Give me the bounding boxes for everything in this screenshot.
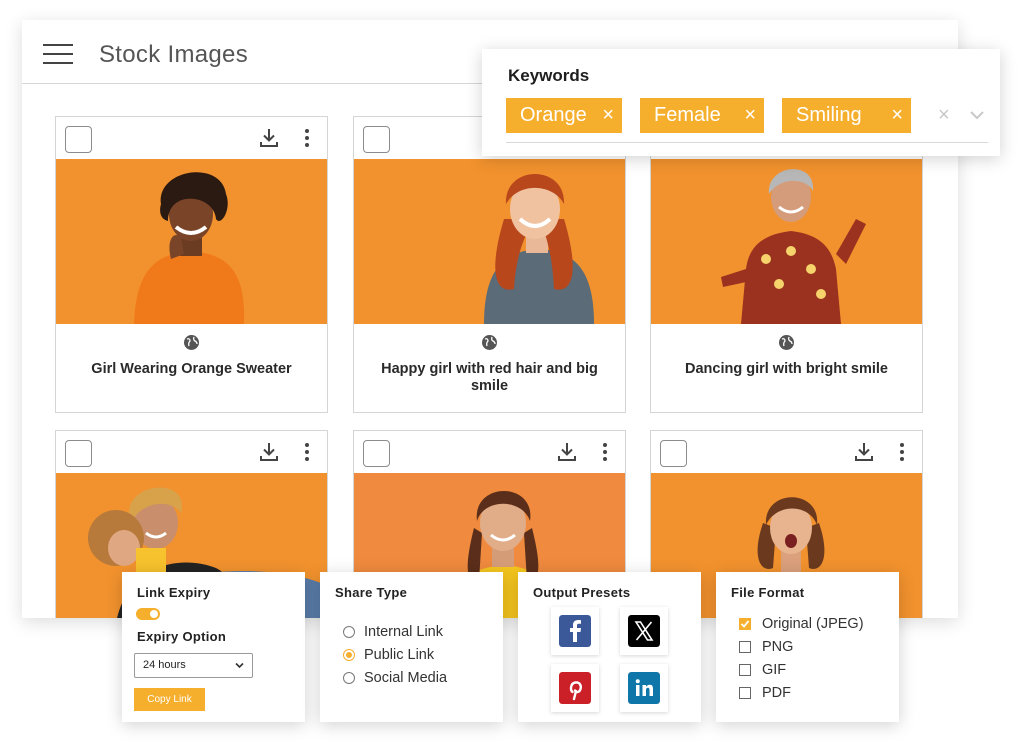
globe-icon xyxy=(482,335,497,350)
page-title: Stock Images xyxy=(99,41,248,68)
chip-label: Orange xyxy=(520,104,587,126)
share-option-label: Public Link xyxy=(364,647,435,663)
expiry-select-value: 24 hours xyxy=(143,659,186,671)
card-footer: Girl Wearing Orange Sweater xyxy=(56,324,327,412)
output-presets-title: Output Presets xyxy=(533,585,631,600)
photo-thumbnail[interactable] xyxy=(56,159,327,324)
image-caption: Girl Wearing Orange Sweater xyxy=(91,361,292,377)
keywords-title: Keywords xyxy=(508,66,590,85)
format-option-label: PNG xyxy=(762,639,794,655)
check-icon xyxy=(740,620,750,628)
globe-icon xyxy=(779,335,794,350)
format-option-pdf[interactable]: PDF xyxy=(739,685,791,701)
remove-chip-icon[interactable]: × xyxy=(602,98,614,133)
copy-link-button[interactable]: Copy Link xyxy=(134,688,205,711)
link-expiry-title: Link Expiry xyxy=(137,585,211,600)
share-option-label: Internal Link xyxy=(364,624,443,640)
more-options-icon[interactable] xyxy=(600,441,610,463)
more-options-icon[interactable] xyxy=(897,441,907,463)
card-footer: Happy girl with red hair and big smile xyxy=(354,324,625,412)
pinterest-button[interactable] xyxy=(551,664,599,712)
file-format-panel: File Format Original (JPEG) PNG GIF PDF xyxy=(716,572,899,722)
radio-button[interactable] xyxy=(343,626,355,638)
photo-thumbnail[interactable] xyxy=(651,159,922,324)
download-icon[interactable] xyxy=(258,441,280,463)
dancing-woman-image xyxy=(651,159,922,324)
share-type-panel: Share Type Internal Link Public Link Soc… xyxy=(320,572,503,722)
more-options-icon[interactable] xyxy=(302,127,312,149)
image-caption: Dancing girl with bright smile xyxy=(684,361,888,377)
chevron-down-icon xyxy=(235,662,244,669)
format-option-png[interactable]: PNG xyxy=(739,639,794,655)
format-option-gif[interactable]: GIF xyxy=(739,662,787,678)
woman-orange-sweater-image xyxy=(56,159,327,324)
card-header xyxy=(56,431,327,473)
stage: Stock Images Girl Wearing Orange Sweater… xyxy=(0,0,1024,754)
image-card[interactable]: Happy girl with red hair and big smile xyxy=(353,116,626,413)
image-caption: Happy girl with red hair and big smile xyxy=(381,361,598,394)
keywords-underline xyxy=(506,142,988,143)
remove-chip-icon[interactable]: × xyxy=(891,98,903,133)
linkedin-icon xyxy=(628,672,660,704)
link-expiry-panel: Link Expiry Expiry Option 24 hours Copy … xyxy=(122,572,305,722)
card-header xyxy=(651,431,922,473)
facebook-button[interactable] xyxy=(551,607,599,655)
x-icon xyxy=(628,615,660,647)
select-checkbox[interactable] xyxy=(65,126,92,153)
download-icon[interactable] xyxy=(556,441,578,463)
select-checkbox[interactable] xyxy=(363,126,390,153)
keyword-chip-orange[interactable]: Orange × xyxy=(506,98,622,133)
keyword-chip-smiling[interactable]: Smiling × xyxy=(782,98,911,133)
select-checkbox[interactable] xyxy=(660,440,687,467)
file-format-title: File Format xyxy=(731,585,805,600)
format-option-label: PDF xyxy=(762,685,791,701)
chevron-down-icon[interactable] xyxy=(969,109,985,121)
format-option-label: Original (JPEG) xyxy=(762,616,864,632)
globe-icon xyxy=(184,335,199,350)
card-header xyxy=(354,431,625,473)
output-presets-panel: Output Presets xyxy=(518,572,701,722)
pinterest-icon xyxy=(559,672,591,704)
select-checkbox[interactable] xyxy=(65,440,92,467)
card-footer: Dancing girl with bright smile xyxy=(651,324,922,412)
link-expiry-toggle[interactable] xyxy=(136,608,160,620)
image-card[interactable]: Dancing girl with bright smile xyxy=(650,116,923,413)
checkbox-checked[interactable] xyxy=(739,618,751,630)
checkbox[interactable] xyxy=(739,641,751,653)
keywords-panel: Keywords Orange × Female × Smiling × × xyxy=(482,49,1000,156)
expiry-select[interactable]: 24 hours xyxy=(134,653,253,678)
format-option-original-jpeg[interactable]: Original (JPEG) xyxy=(739,616,864,632)
checkbox[interactable] xyxy=(739,664,751,676)
share-option-label: Social Media xyxy=(364,670,448,686)
share-option-internal-link[interactable]: Internal Link xyxy=(343,624,443,640)
share-option-social-media[interactable]: Social Media xyxy=(343,670,448,686)
keyword-chip-female[interactable]: Female × xyxy=(640,98,764,133)
image-card[interactable]: Girl Wearing Orange Sweater xyxy=(55,116,328,413)
card-header xyxy=(56,117,327,159)
linkedin-button[interactable] xyxy=(620,664,668,712)
format-option-label: GIF xyxy=(762,662,787,678)
facebook-icon xyxy=(559,615,591,647)
checkbox[interactable] xyxy=(739,687,751,699)
radio-button-selected[interactable] xyxy=(343,649,355,661)
chip-label: Smiling xyxy=(796,104,862,126)
share-option-public-link[interactable]: Public Link xyxy=(343,647,435,663)
chip-label: Female xyxy=(654,104,721,126)
share-type-title: Share Type xyxy=(335,585,408,600)
expiry-option-title: Expiry Option xyxy=(137,629,227,644)
clear-all-icon[interactable]: × xyxy=(938,104,950,127)
select-checkbox[interactable] xyxy=(363,440,390,467)
x-button[interactable] xyxy=(620,607,668,655)
woman-red-hair-image xyxy=(354,159,625,324)
menu-icon[interactable] xyxy=(43,44,73,64)
download-icon[interactable] xyxy=(258,127,280,149)
radio-button[interactable] xyxy=(343,672,355,684)
photo-thumbnail[interactable] xyxy=(354,159,625,324)
more-options-icon[interactable] xyxy=(302,441,312,463)
download-icon[interactable] xyxy=(853,441,875,463)
remove-chip-icon[interactable]: × xyxy=(744,98,756,133)
